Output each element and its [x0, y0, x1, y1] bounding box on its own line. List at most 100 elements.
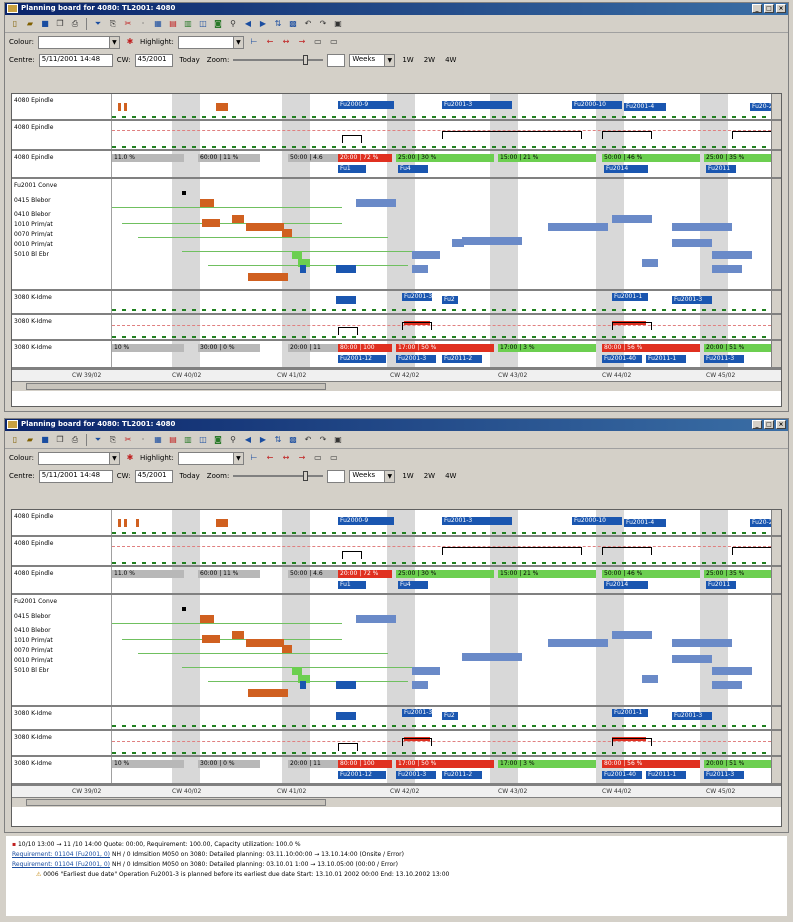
- lane-scrollbar[interactable]: [771, 537, 781, 565]
- scale-1w-button[interactable]: 1W: [399, 56, 416, 64]
- plan-icon[interactable]: ▤: [167, 18, 179, 30]
- capacity-area[interactable]: 11.0 % 60:00 | 11 % 50:00 | 4.6 20:00 | …: [112, 567, 776, 593]
- save-icon[interactable]: ■: [39, 18, 51, 30]
- lane-label[interactable]: 3080 K-Idme: [12, 291, 112, 313]
- scale-4w-button[interactable]: 4W: [442, 472, 459, 480]
- capacity-area[interactable]: 11.0 % 60:00 | 11 % 50:00 | 4.6 20:00 | …: [112, 151, 776, 177]
- lane-label[interactable]: 4080 Epindle: [12, 510, 112, 535]
- sort-icon[interactable]: ⇅: [272, 434, 284, 446]
- binoculars-icon[interactable]: ⚲: [227, 434, 239, 446]
- capacity-area[interactable]: 10 % 30:00 | 0 % 20:00 | 11 80:00 | 100 …: [112, 341, 776, 367]
- resource-icon[interactable]: ◫: [197, 18, 209, 30]
- requirement-link[interactable]: Requirement: 01104 (Fu2001, 0): [12, 861, 110, 868]
- lane-scrollbar[interactable]: [771, 179, 781, 289]
- more-icon[interactable]: ·: [137, 434, 149, 446]
- plan-icon[interactable]: ▤: [167, 434, 179, 446]
- lane-label[interactable]: 3080 K-Idme: [12, 707, 112, 729]
- lane-label[interactable]: 3080 K-Idme: [12, 757, 112, 783]
- lane-scrollbar[interactable]: [771, 151, 781, 177]
- lane-area[interactable]: Fu2000-9 Fu2001-3 Fu2000-10 Fu2001-4 Fu2…: [112, 94, 778, 119]
- chart-icon[interactable]: ▦: [152, 434, 164, 446]
- lane-scrollbar[interactable]: [771, 510, 781, 535]
- print-icon[interactable]: ⎙: [69, 434, 81, 446]
- minimize-button[interactable]: _: [752, 420, 762, 429]
- redo-icon[interactable]: ↷: [317, 434, 329, 446]
- maximize-button[interactable]: □: [764, 4, 774, 13]
- lane-scrollbar[interactable]: [771, 731, 781, 755]
- arrow-left-icon[interactable]: ←: [264, 36, 276, 48]
- arrow-both-icon[interactable]: ↔: [280, 36, 292, 48]
- colour-palette-icon[interactable]: ✱: [124, 36, 136, 48]
- colour-select[interactable]: ▼: [37, 451, 120, 465]
- maximize-button[interactable]: □: [764, 420, 774, 429]
- schedule-icon[interactable]: ▥: [182, 18, 194, 30]
- order-bar[interactable]: Fu2000-10: [572, 101, 622, 109]
- colour-palette-icon[interactable]: ✱: [124, 452, 136, 464]
- lane-label[interactable]: 3080 K-Idme: [12, 315, 112, 339]
- copy-icon[interactable]: ❐: [54, 434, 66, 446]
- zoom-value-input[interactable]: [327, 469, 346, 483]
- back-icon[interactable]: ◀: [242, 434, 254, 446]
- arrow-right-icon[interactable]: →: [296, 36, 308, 48]
- open-folder-icon[interactable]: ▰: [24, 434, 36, 446]
- operations-area[interactable]: [112, 179, 771, 289]
- scale-1w-button[interactable]: 1W: [399, 472, 416, 480]
- cut-icon[interactable]: ✂: [122, 434, 134, 446]
- lane-label[interactable]: 3080 K-Idme: [12, 341, 112, 367]
- refresh-icon[interactable]: ◙: [212, 18, 224, 30]
- scroll-thumb[interactable]: [26, 383, 326, 390]
- load-area[interactable]: [112, 537, 781, 565]
- horizontal-scrollbar[interactable]: [12, 797, 781, 807]
- table-icon[interactable]: ▩: [287, 18, 299, 30]
- filter-icon[interactable]: ⏷: [92, 434, 104, 446]
- filter-icon[interactable]: ⏷: [92, 18, 104, 30]
- lane-label[interactable]: 4080 Epindle: [12, 121, 112, 149]
- lane-scrollbar[interactable]: [771, 291, 781, 313]
- close-button[interactable]: ×: [776, 4, 786, 13]
- copy-icon[interactable]: ❐: [54, 18, 66, 30]
- new-icon[interactable]: ▯: [9, 434, 21, 446]
- cut-icon[interactable]: ✂: [122, 18, 134, 30]
- scale-2w-button[interactable]: 2W: [421, 56, 438, 64]
- binoculars-icon[interactable]: ⚲: [227, 18, 239, 30]
- marker-icon[interactable]: ⊢: [248, 36, 260, 48]
- window2-icon[interactable]: ▭: [328, 36, 340, 48]
- lane-scrollbar[interactable]: [771, 707, 781, 729]
- back-icon[interactable]: ◀: [242, 18, 254, 30]
- lane-label[interactable]: 3080 K-Idme: [12, 731, 112, 755]
- window2-icon[interactable]: ▭: [328, 452, 340, 464]
- zoom-unit-select[interactable]: Weeks ▼: [349, 53, 396, 67]
- capacity-area[interactable]: 10 % 30:00 | 0 % 20:00 | 11 80:00 | 100 …: [112, 757, 776, 783]
- centre-input[interactable]: 5/11/2001 14:48: [38, 53, 113, 67]
- lane-area[interactable]: Fu2000-9 Fu2001-3 Fu2000-10 Fu2001-4 Fu2…: [112, 510, 778, 535]
- schedule-icon[interactable]: ▥: [182, 434, 194, 446]
- calendar-icon[interactable]: ▣: [332, 18, 344, 30]
- more-icon[interactable]: ·: [137, 18, 149, 30]
- forward-icon[interactable]: ▶: [257, 434, 269, 446]
- scale-4w-button[interactable]: 4W: [442, 56, 459, 64]
- table-icon[interactable]: ▩: [287, 434, 299, 446]
- close-button[interactable]: ×: [776, 420, 786, 429]
- forward-icon[interactable]: ▶: [257, 18, 269, 30]
- lane-label[interactable]: 4080 Epindle: [12, 537, 112, 565]
- highlight-select[interactable]: ▼: [177, 35, 244, 49]
- horizontal-scrollbar[interactable]: [12, 381, 781, 391]
- requirement-link[interactable]: Requirement: 01104 (Fu2001, 0): [12, 851, 110, 858]
- order-bar[interactable]: Fu2001-3: [442, 101, 512, 109]
- order-bar[interactable]: Fu2000-9: [338, 101, 394, 109]
- new-icon[interactable]: ▯: [9, 18, 21, 30]
- order-bar[interactable]: Fu2001-4: [624, 103, 666, 111]
- window-icon[interactable]: ▭: [312, 36, 324, 48]
- zoom-unit-select[interactable]: Weeks ▼: [349, 469, 396, 483]
- zoom-value-input[interactable]: [327, 53, 346, 67]
- minimize-button[interactable]: _: [752, 4, 762, 13]
- lane-label[interactable]: 4080 Epindle: [12, 94, 112, 119]
- load-area[interactable]: [112, 121, 781, 149]
- load-area[interactable]: [112, 315, 771, 339]
- cw-input[interactable]: 45/2001: [134, 469, 173, 483]
- colour-select[interactable]: ▼: [37, 35, 120, 49]
- lane-scrollbar[interactable]: [771, 757, 781, 783]
- lane-area[interactable]: Fu2001-3 Fu2 Fu2001-1 Fu2001-3: [112, 707, 771, 729]
- today-button[interactable]: Today: [177, 472, 203, 480]
- print-icon[interactable]: ⎙: [69, 18, 81, 30]
